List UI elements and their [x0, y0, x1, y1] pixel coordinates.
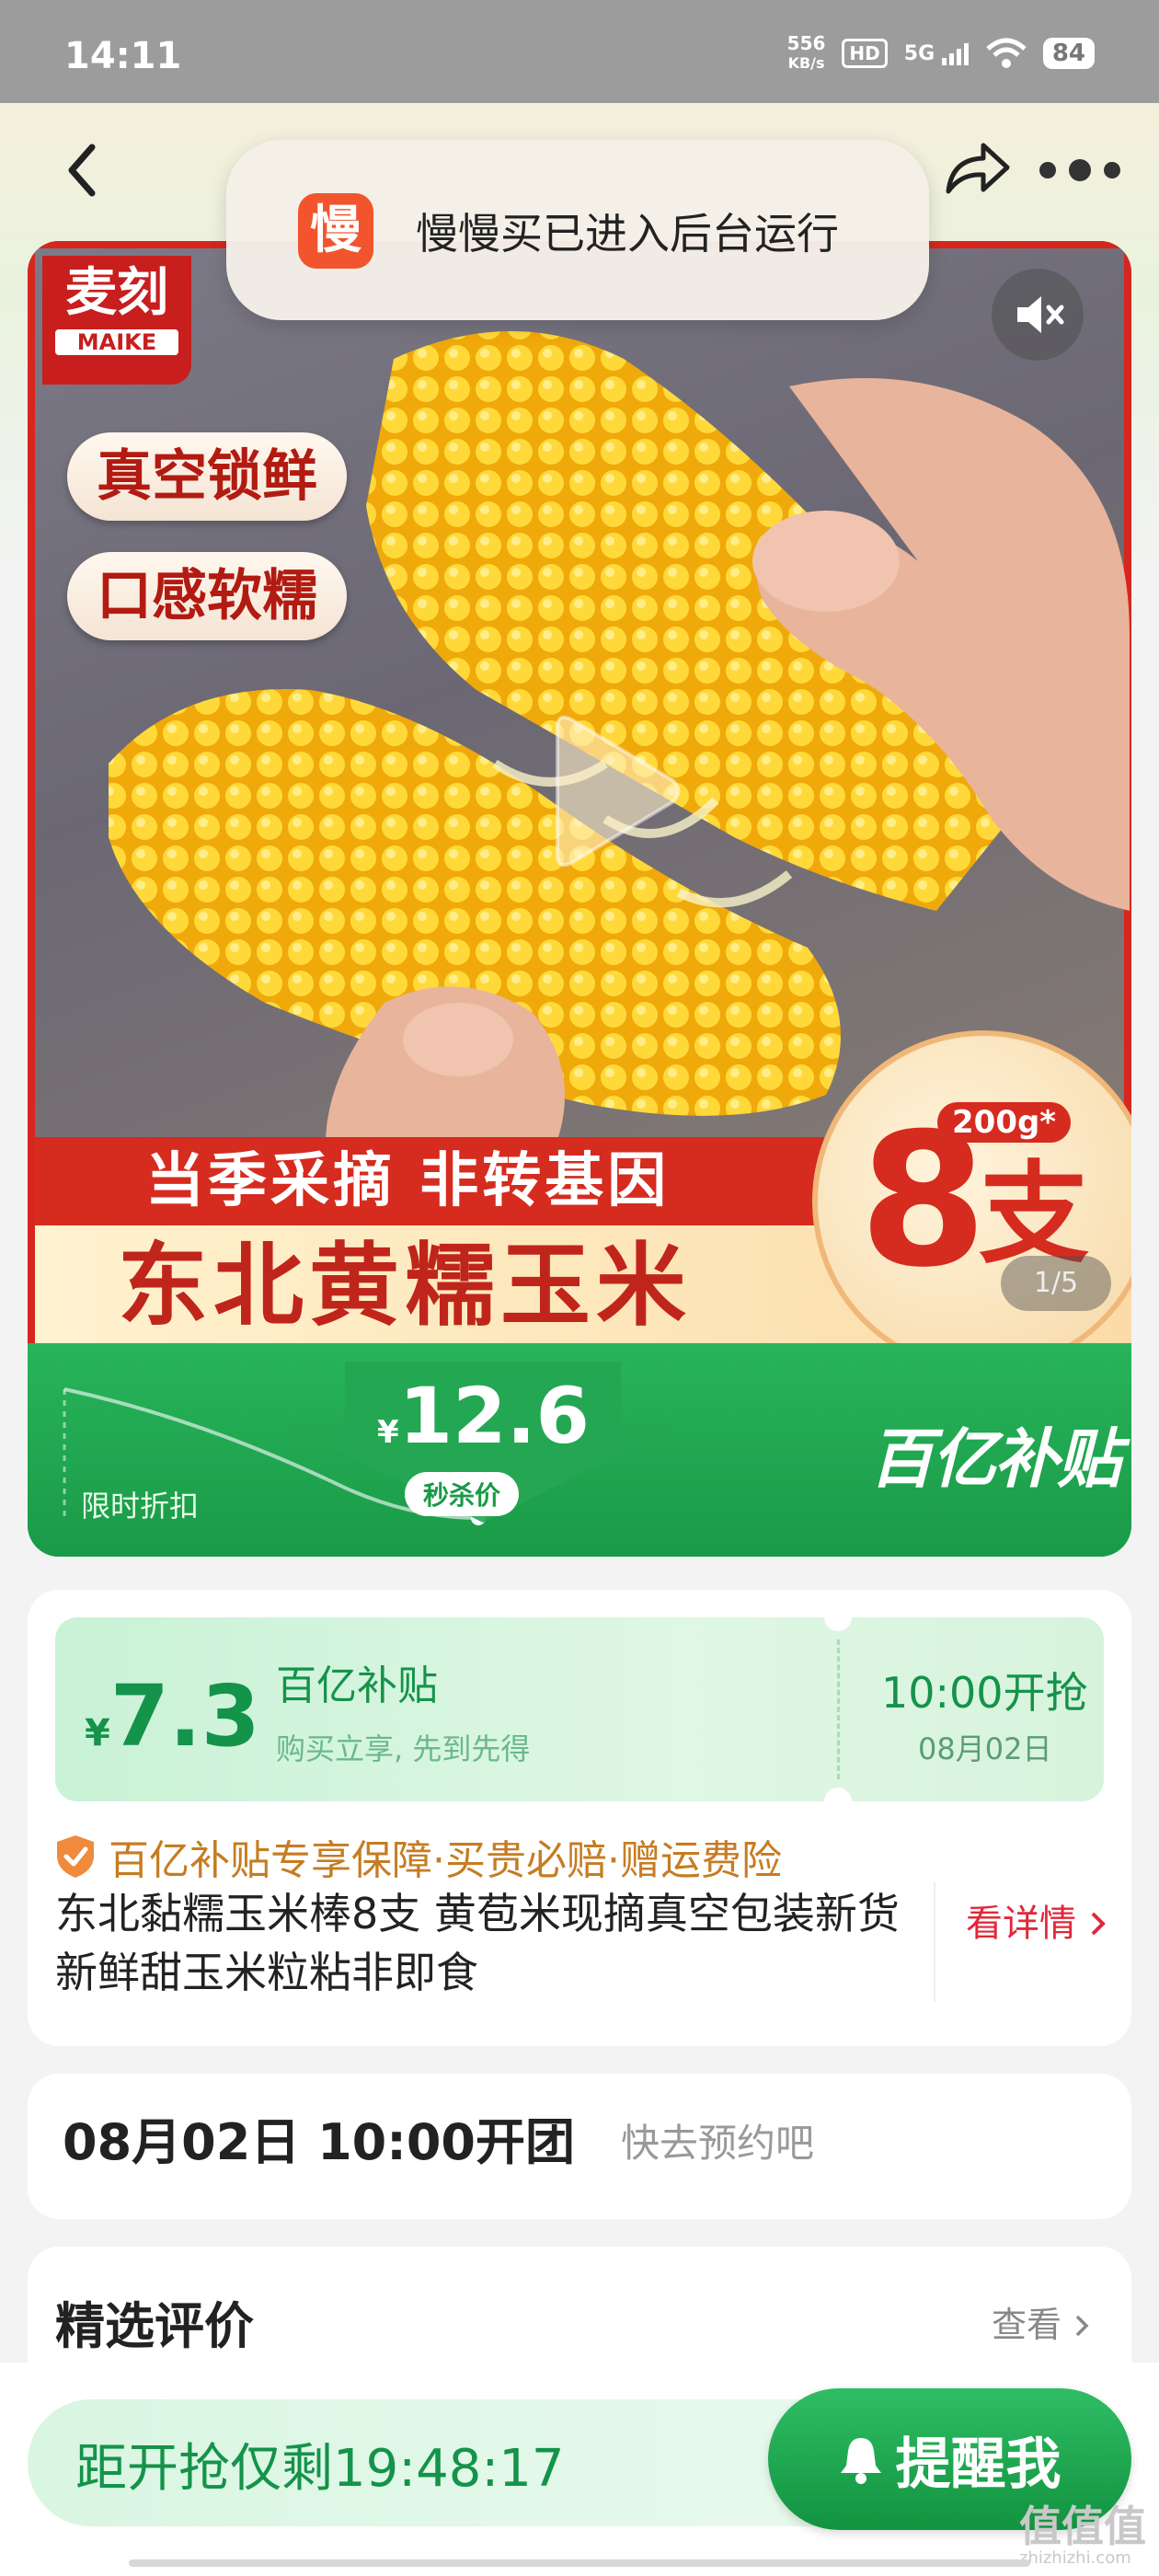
product-info-card: ¥7.3 百亿补贴 购买立享, 先到先得 10:00开抢 08月02日 百亿补贴… — [28, 1590, 1131, 2046]
play-video-icon[interactable] — [539, 708, 686, 874]
promo-banner-line1: 当季采摘 非转基因 — [145, 1147, 671, 1215]
feature-tag: 真空锁鲜 — [67, 432, 347, 521]
reviews-title: 精选评价 — [55, 2297, 254, 2355]
group-buy-hint: 快去预约吧 — [621, 2121, 815, 2166]
group-buy-time: 08月02日 10:00开团 — [63, 2113, 575, 2171]
promo-banner-line2: 东北黄糯玉米 — [118, 1234, 693, 1339]
shield-check-icon — [57, 1835, 94, 1878]
coupon-title: 百亿补贴 — [276, 1662, 438, 1709]
view-details-link[interactable]: 看详情 — [966, 1893, 1108, 1947]
toast-message: 慢慢买已进入后台运行 — [416, 209, 839, 259]
guarantee-text: 百亿补贴专享保障·买贵必赔·赠运费险 — [109, 1837, 782, 1884]
subsidy-coupon[interactable]: ¥7.3 百亿补贴 购买立享, 先到先得 10:00开抢 08月02日 — [55, 1617, 1104, 1801]
quantity-number: 8 — [859, 1094, 988, 1308]
limited-discount-label: 限时折扣 — [81, 1489, 200, 1524]
remind-me-label: 提醒我 — [895, 2432, 1061, 2497]
status-bar: 14:11 556 KB/s HD 5G 84 — [0, 0, 1159, 103]
price-band: ¥12.6 秒杀价 限时折扣 百亿补贴 — [28, 1343, 1131, 1557]
view-details-label: 看详情 — [966, 1903, 1076, 1945]
seckill-price-tag: 秒杀价 — [405, 1472, 520, 1516]
countdown-text: 距开抢仅剩19:48:17 — [75, 2439, 565, 2499]
background-run-toast: 慢 慢慢买已进入后台运行 — [226, 140, 929, 320]
status-icons: 556 KB/s HD 5G 84 — [787, 33, 1095, 74]
mute-icon[interactable] — [992, 269, 1084, 361]
app-icon: 慢 — [298, 193, 373, 269]
guarantee-row[interactable]: 百亿补贴专享保障·买贵必赔·赠运费险 — [55, 1827, 782, 1886]
net-speed-value: 556 — [786, 32, 826, 54]
bottom-action-bar: 距开抢仅剩19:48:17 提醒我 — [0, 2363, 1159, 2576]
watermark: 值值值 zhizhizhi.com — [1019, 2493, 1146, 2568]
coupon-notch — [824, 1788, 852, 1801]
coupon-subtitle: 购买立享, 先到先得 — [276, 1731, 531, 1766]
coupon-amount: ¥7.3 — [85, 1667, 260, 1765]
more-options-icon[interactable] — [1039, 156, 1127, 184]
coupon-value: 7.3 — [109, 1667, 260, 1765]
brand-logo-cn: 麦刻 — [65, 262, 168, 323]
image-page-indicator: 1/5 — [1001, 1256, 1111, 1311]
price-value: 12.6 — [398, 1371, 590, 1461]
coupon-start-time: 10:00开抢 — [881, 1668, 1088, 1718]
share-icon[interactable] — [943, 136, 1012, 201]
coupon-currency: ¥ — [85, 1712, 110, 1754]
coupon-start-date: 08月02日 — [918, 1731, 1052, 1766]
cellular-signal-icon: 5G — [904, 42, 970, 65]
home-indicator[interactable] — [129, 2559, 1030, 2567]
chevron-right-icon — [1075, 2315, 1089, 2337]
back-arrow-icon[interactable] — [55, 138, 110, 202]
reviews-view-label: 查看 — [992, 2305, 1062, 2345]
wifi-icon — [986, 38, 1027, 68]
product-media-card[interactable]: 麦刻 MAIKE 真空锁鲜 口感软糯 当季采摘 非转基因 东北黄糯玉米 200g… — [28, 241, 1131, 1557]
bell-icon — [840, 2438, 881, 2484]
signal-label: 5G — [903, 41, 935, 65]
brand-logo: 麦刻 MAIKE — [42, 256, 191, 385]
watermark-main: 值值值 — [1019, 2501, 1146, 2551]
net-speed: 556 KB/s — [787, 33, 826, 74]
price-currency: ¥ — [377, 1414, 399, 1451]
hd-icon: HD — [842, 39, 888, 68]
status-time: 14:11 — [64, 35, 182, 77]
watermark-sub: zhizhizhi.com — [1019, 2548, 1131, 2568]
coupon-notch — [824, 1617, 852, 1631]
title-separator — [934, 1882, 935, 2002]
product-photo[interactable]: 麦刻 MAIKE 真空锁鲜 口感软糯 当季采摘 非转基因 东北黄糯玉米 200g… — [28, 241, 1131, 1373]
reviews-view-link[interactable]: 查看 — [992, 2296, 1091, 2347]
product-title: 东北黏糯玉米棒8支 黄苞米现摘真空包装新货新鲜甜玉米粒粘非即食 — [55, 1889, 900, 1997]
brand-logo-en: MAIKE — [55, 329, 178, 355]
battery-icon: 84 — [1042, 38, 1095, 69]
chevron-right-icon — [1091, 1912, 1106, 1936]
net-speed-unit: KB/s — [787, 54, 825, 72]
group-buy-card[interactable]: 08月02日 10:00开团 快去预约吧 — [28, 2074, 1131, 2219]
feature-tag: 口感软糯 — [67, 552, 347, 640]
subsidy-logo: 百亿补贴 — [869, 1421, 1121, 1497]
coupon-divider — [837, 1639, 840, 1779]
seckill-price: ¥12.6 — [377, 1371, 590, 1461]
